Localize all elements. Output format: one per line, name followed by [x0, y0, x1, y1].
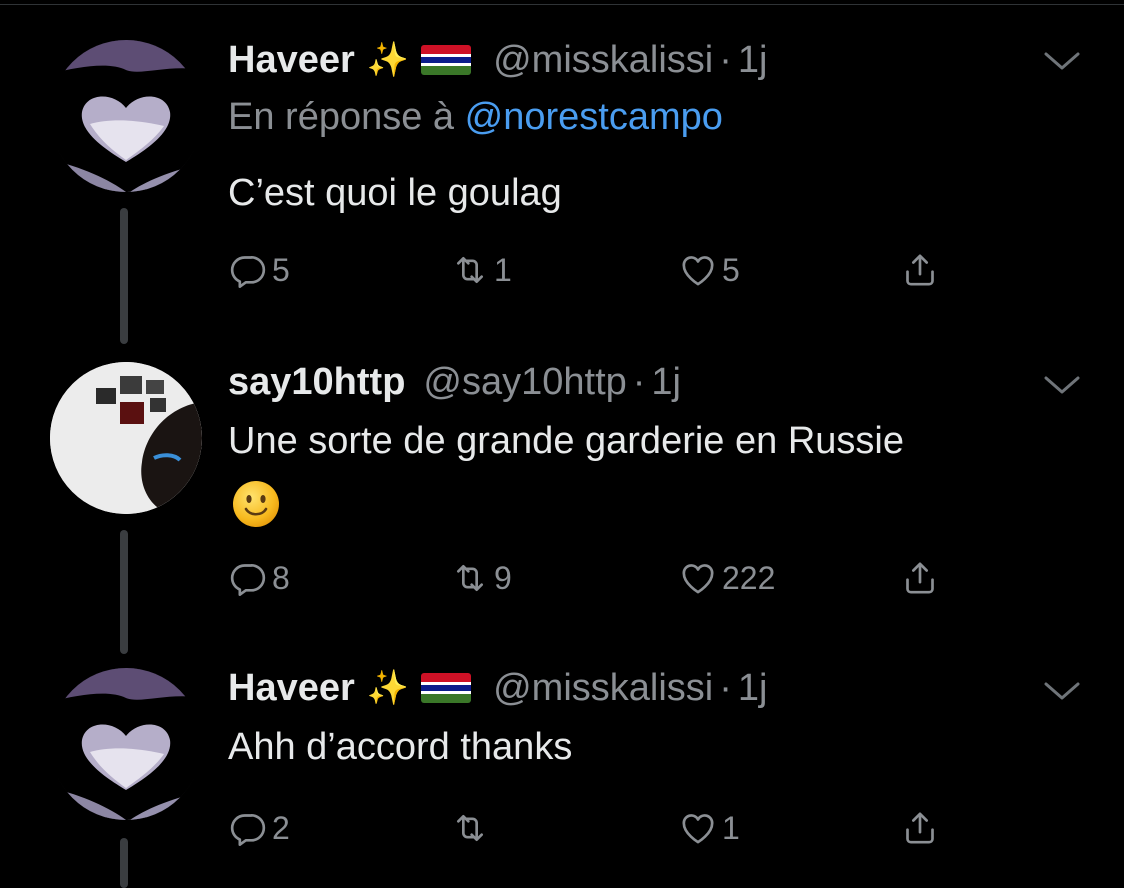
reply-button[interactable]: 8: [228, 556, 290, 600]
retweet-icon: [450, 808, 490, 848]
share-button[interactable]: [900, 806, 940, 850]
avatar-heart-image: [50, 668, 202, 820]
slightly-smiling-face-icon: [232, 480, 280, 533]
reply-icon: [228, 558, 268, 598]
like-icon: [678, 250, 718, 290]
retweet-button[interactable]: 9: [450, 556, 512, 600]
like-button[interactable]: 222: [678, 556, 775, 600]
retweet-button[interactable]: 1: [450, 248, 512, 292]
tweet-header: say10http @say10http · 1j: [228, 358, 681, 406]
action-bar: 2 1: [228, 806, 988, 850]
handle[interactable]: @misskalissi: [493, 39, 713, 82]
display-name[interactable]: Haveer: [228, 667, 355, 710]
tweet-header: Haveer ✨ @misskalissi · 1j: [228, 36, 767, 84]
like-count: 1: [722, 809, 740, 846]
timestamp[interactable]: 1j: [738, 667, 768, 710]
like-icon: [678, 558, 718, 598]
like-icon: [678, 808, 718, 848]
separator-dot: ·: [719, 666, 732, 709]
retweet-icon: [450, 558, 490, 598]
like-count: 222: [722, 559, 776, 596]
avatar-photo-image: [50, 362, 202, 514]
timestamp[interactable]: 1j: [738, 39, 768, 82]
reply-button[interactable]: 2: [228, 806, 290, 850]
share-icon: [900, 250, 940, 290]
retweet-button[interactable]: [450, 806, 494, 850]
avatar[interactable]: [50, 40, 202, 192]
timestamp[interactable]: 1j: [651, 361, 681, 404]
reply-icon: [228, 250, 268, 290]
sparkles-icon: ✨: [366, 40, 410, 80]
chevron-down-icon[interactable]: [1040, 370, 1084, 400]
handle[interactable]: @say10http: [423, 361, 626, 404]
reply-count: 5: [272, 251, 290, 288]
reply-context: En réponse à @norestcampo: [228, 96, 723, 139]
thread-line: [120, 838, 128, 888]
like-button[interactable]: 5: [678, 248, 740, 292]
avatar-heart-image: [50, 40, 202, 192]
action-bar: 5 1 5: [228, 248, 988, 292]
reply-button[interactable]: 5: [228, 248, 290, 292]
reply-to-link[interactable]: @norestcampo: [465, 96, 723, 138]
avatar[interactable]: [50, 362, 202, 514]
tweet-text: Une sorte de grande garderie en Russie: [228, 420, 904, 462]
chevron-down-icon[interactable]: [1040, 676, 1084, 706]
reply-count: 2: [272, 809, 290, 846]
handle[interactable]: @misskalissi: [493, 667, 713, 710]
display-name[interactable]: Haveer: [228, 39, 355, 82]
avatar[interactable]: [50, 668, 202, 820]
thread-line: [120, 530, 128, 654]
retweet-icon: [450, 250, 490, 290]
share-icon: [900, 808, 940, 848]
sparkles-icon: ✨: [366, 668, 410, 708]
display-name[interactable]: say10http: [228, 361, 405, 404]
share-icon: [900, 558, 940, 598]
separator-dot: ·: [719, 38, 732, 81]
retweet-count: 1: [494, 251, 512, 288]
reply-icon: [228, 808, 268, 848]
separator-dot: ·: [632, 360, 646, 403]
reply-prefix: En réponse à: [228, 96, 455, 138]
reply-count: 8: [272, 559, 290, 596]
share-button[interactable]: [900, 556, 940, 600]
retweet-count: 9: [494, 559, 512, 596]
like-button[interactable]: 1: [678, 806, 740, 850]
tweet-text: Ahh d’accord thanks: [228, 726, 573, 768]
share-button[interactable]: [900, 248, 940, 292]
action-bar: 8 9 222: [228, 556, 988, 600]
thread-line: [120, 208, 128, 344]
chevron-down-icon[interactable]: [1040, 46, 1084, 76]
top-divider: [0, 4, 1124, 5]
gambia-flag-icon: [421, 673, 472, 703]
tweet-header: Haveer ✨ @misskalissi · 1j: [228, 664, 767, 712]
gambia-flag-icon: [421, 45, 472, 75]
tweet-text: C’est quoi le goulag: [228, 172, 562, 214]
like-count: 5: [722, 251, 740, 288]
